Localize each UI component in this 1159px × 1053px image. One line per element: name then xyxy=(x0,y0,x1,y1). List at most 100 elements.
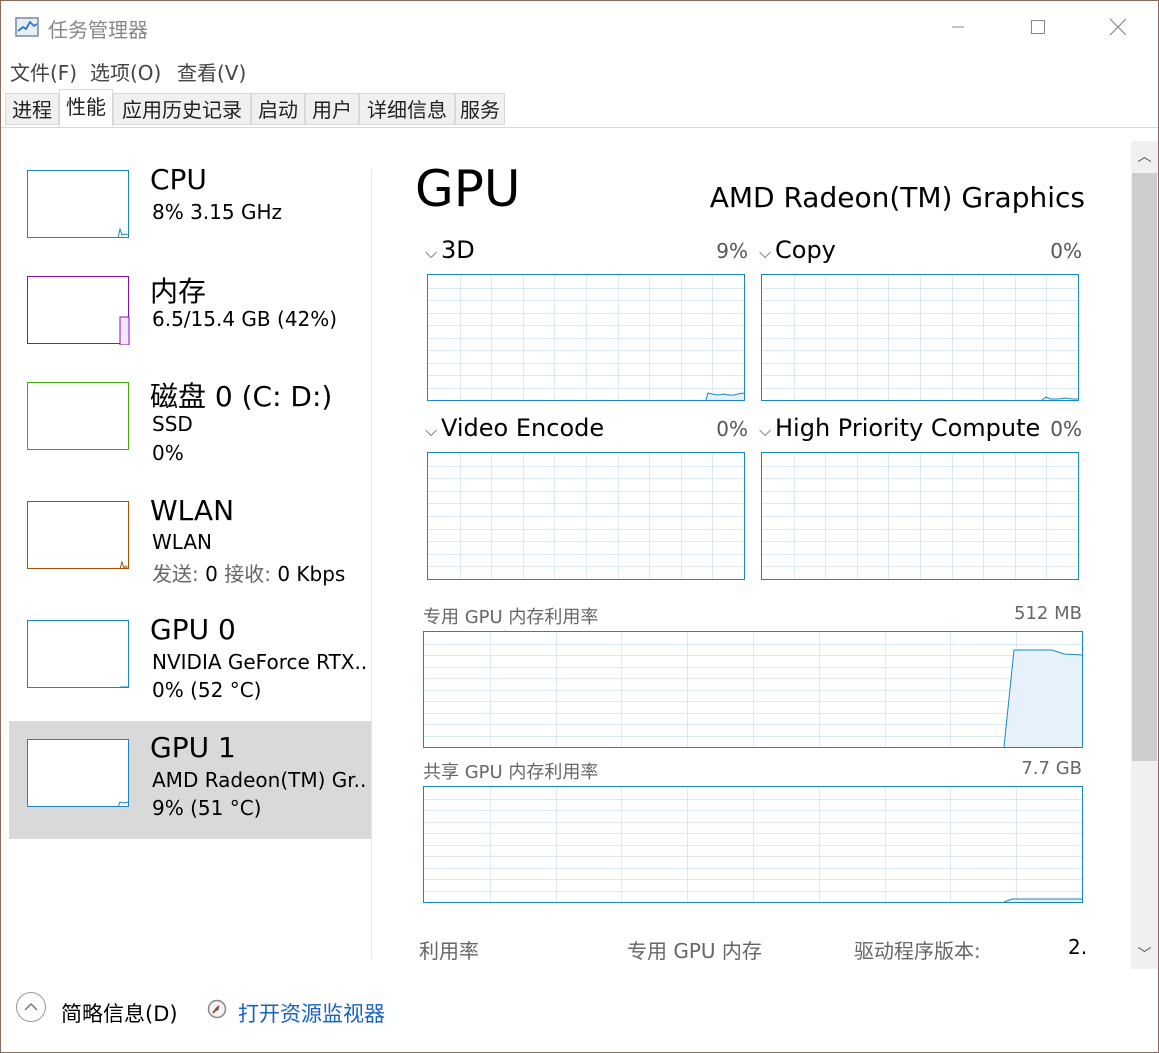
gpu1-graph-thumbnail xyxy=(27,739,129,808)
task-manager-window: 任务管理器 文件(F) 选项(O) 查看(V) 进程 性能 应用历史记录 启动 … xyxy=(0,0,1159,1053)
memory-graph-thumbnail xyxy=(27,276,130,345)
dedicated-memory-value: 512 MB xyxy=(1014,603,1082,624)
fewer-details-button[interactable] xyxy=(16,992,46,1022)
bottom-bar: 简略信息(D) 打开资源监视器 xyxy=(1,971,1158,1051)
title-bar: 任务管理器 xyxy=(1,1,1158,53)
device-title: 内存 xyxy=(150,275,207,308)
menu-bar: 文件(F) 选项(O) 查看(V) xyxy=(1,53,1158,87)
utilization-label: 利用率 xyxy=(419,939,479,963)
engine-selector-3d[interactable]: ⌵ 3D xyxy=(425,236,475,264)
driver-version-label: 驱动程序版本: xyxy=(854,939,981,963)
device-item-gpu0[interactable]: GPU 0 NVIDIA GeForce RTX.. 0% (52 °C) xyxy=(9,603,371,721)
disk-graph-thumbnail xyxy=(27,382,129,450)
graph-line xyxy=(1003,649,1082,747)
resource-monitor-icon xyxy=(207,999,227,1019)
device-item-gpu1[interactable]: GPU 1 AMD Radeon(TM) Gr.. 9% (51 °C) xyxy=(9,721,371,839)
graph-line xyxy=(705,392,744,400)
engine-graph-3d xyxy=(427,274,745,401)
close-button[interactable] xyxy=(1078,1,1158,53)
chevron-down-icon: ⌵ xyxy=(759,243,772,262)
scroll-down-button[interactable]: ﹀ xyxy=(1131,939,1158,969)
scroll-up-button[interactable]: ︿ xyxy=(1131,141,1158,171)
maximize-button[interactable] xyxy=(998,1,1078,53)
cpu-graph-thumbnail xyxy=(27,170,129,239)
tab-strip: 进程 性能 应用历史记录 启动 用户 详细信息 服务 xyxy=(1,87,1158,128)
device-usage: 9% (51 °C) xyxy=(152,796,262,820)
engine-graph-copy xyxy=(761,274,1079,401)
device-detail: 8% 3.15 GHz xyxy=(152,200,283,224)
open-resource-monitor-link[interactable]: 打开资源监视器 xyxy=(238,998,385,1028)
send-value: 0 xyxy=(205,562,218,586)
tab-users[interactable]: 用户 xyxy=(305,93,359,125)
send-label: 发送: xyxy=(152,562,199,586)
device-title: WLAN xyxy=(150,494,235,527)
device-throughput: 发送: 0 接收: 0 Kbps xyxy=(152,558,345,587)
menu-options[interactable]: 选项(O) xyxy=(90,57,161,86)
dedicated-memory-graph xyxy=(423,631,1083,748)
engine-percent: 0% xyxy=(1050,417,1082,441)
driver-version-value: 2. xyxy=(1068,935,1088,959)
close-icon xyxy=(1109,18,1127,36)
scrollbar-thumb[interactable] xyxy=(1132,173,1157,761)
page-title: GPU xyxy=(415,160,521,218)
fewer-details-link[interactable]: 简略信息(D) xyxy=(61,998,178,1028)
engine-selector-copy[interactable]: ⌵ Copy xyxy=(759,236,836,264)
minimize-button[interactable] xyxy=(918,1,998,53)
device-item-disk[interactable]: 磁盘 0 (C: D:) SSD 0% xyxy=(9,367,371,485)
chevron-down-icon: ⌵ xyxy=(425,243,438,262)
gpu-model-name: AMD Radeon(TM) Graphics xyxy=(709,181,1085,214)
device-detail: NVIDIA GeForce RTX.. xyxy=(152,650,368,674)
shared-memory-label: 共享 GPU 内存利用率 xyxy=(423,762,599,783)
maximize-icon xyxy=(1031,20,1045,34)
engine-graph-high-priority-compute xyxy=(761,452,1079,580)
graph-grid xyxy=(762,453,1078,579)
task-manager-icon xyxy=(15,15,41,39)
engine-percent: 9% xyxy=(716,239,748,263)
tab-performance[interactable]: 性能 xyxy=(59,89,113,127)
tab-app-history[interactable]: 应用历史记录 xyxy=(113,93,251,125)
network-graph-thumbnail xyxy=(27,501,129,570)
device-title: 磁盘 0 (C: D:) xyxy=(150,380,333,413)
device-item-memory[interactable]: 内存 6.5/15.4 GB (42%) xyxy=(9,259,371,377)
receive-label: 接收: xyxy=(224,562,271,586)
device-list: CPU 8% 3.15 GHz 内存 6.5/15.4 GB (42%) 磁盘 … xyxy=(9,141,371,961)
device-usage: 0% (52 °C) xyxy=(152,678,262,702)
receive-value: 0 Kbps xyxy=(277,562,346,586)
device-usage: 0% xyxy=(152,441,184,465)
tab-startup[interactable]: 启动 xyxy=(251,93,305,125)
device-item-cpu[interactable]: CPU 8% 3.15 GHz xyxy=(9,141,371,259)
shared-memory-graph xyxy=(423,786,1083,903)
window-title: 任务管理器 xyxy=(48,18,148,42)
engine-selector-high-priority-compute[interactable]: ⌵ High Priority Compute xyxy=(759,414,1040,442)
menu-view[interactable]: 查看(V) xyxy=(177,57,246,86)
engine-graph-video-encode xyxy=(427,452,745,580)
chevron-up-icon xyxy=(24,1002,38,1011)
chevron-down-icon: ⌵ xyxy=(425,421,438,440)
engine-percent: 0% xyxy=(1050,239,1082,263)
engine-percent: 0% xyxy=(716,417,748,441)
tab-processes[interactable]: 进程 xyxy=(5,93,59,125)
device-detail: SSD xyxy=(152,412,193,436)
dedicated-memory-label: 专用 GPU 内存利用率 xyxy=(423,607,599,628)
minimize-icon xyxy=(952,26,964,28)
graph-line xyxy=(1041,396,1078,400)
device-detail: AMD Radeon(TM) Gr.. xyxy=(152,768,367,792)
tab-services[interactable]: 服务 xyxy=(455,93,505,125)
dedicated-gpu-memory-label: 专用 GPU 内存 xyxy=(627,939,762,963)
vertical-scrollbar[interactable]: ︿ ﹀ xyxy=(1131,141,1158,969)
shared-memory-value: 7.7 GB xyxy=(1021,758,1082,779)
tab-details[interactable]: 详细信息 xyxy=(359,93,455,125)
menu-file[interactable]: 文件(F) xyxy=(10,57,77,86)
chevron-up-icon: ︿ xyxy=(1137,149,1152,165)
graph-line xyxy=(1003,898,1082,902)
device-item-wlan[interactable]: WLAN WLAN 发送: 0 接收: 0 Kbps xyxy=(9,485,371,603)
device-title: GPU 1 xyxy=(150,731,236,764)
pane-divider xyxy=(371,169,372,959)
chevron-down-icon: ﹀ xyxy=(1137,947,1152,963)
graph-grid xyxy=(428,453,744,579)
device-detail: WLAN xyxy=(152,530,213,554)
device-title: CPU xyxy=(150,163,207,196)
chevron-down-icon: ⌵ xyxy=(759,421,772,440)
device-detail: 6.5/15.4 GB (42%) xyxy=(152,307,338,331)
engine-selector-video-encode[interactable]: ⌵ Video Encode xyxy=(425,414,604,442)
